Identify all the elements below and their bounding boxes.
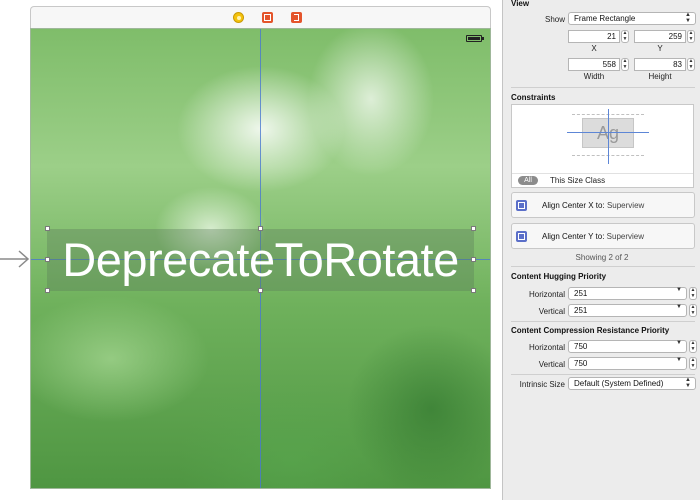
view-section-title: View <box>511 0 530 8</box>
popup-arrows-icon: ▲ ▼ <box>685 377 691 389</box>
show-popup[interactable]: Frame Rectangle ▲ ▼ <box>568 12 696 25</box>
compression-horizontal-combo[interactable]: 750 ▼ <box>568 340 687 353</box>
first-responder-icon[interactable] <box>233 12 244 23</box>
chevron-down-icon: ▼ <box>676 287 682 293</box>
constraint-text: Align Center X to: Superview <box>542 201 644 210</box>
intrinsic-size-value: Default (System Defined) <box>574 379 664 388</box>
hugging-horizontal-combo[interactable]: 251 ▼ <box>568 287 687 300</box>
height-field[interactable]: 83 <box>634 58 686 71</box>
constraint-target: Superview <box>606 201 645 210</box>
intrinsic-size-label: Intrinsic Size <box>519 380 565 389</box>
scene-dock <box>30 6 491 28</box>
compression-vertical-stepper[interactable]: ▲ ▼ <box>689 357 697 370</box>
preview-center-x-guide <box>608 109 609 164</box>
section-divider <box>511 266 695 267</box>
resize-handle-bottom-left[interactable] <box>45 288 50 293</box>
constraint-target: Superview <box>606 232 645 241</box>
chevron-down-icon: ▼ <box>676 357 682 363</box>
resize-handle-right[interactable] <box>471 257 476 262</box>
height-stepper[interactable]: ▲ ▼ <box>687 58 695 71</box>
exit-icon[interactable] <box>291 12 302 23</box>
compression-section-title: Content Compression Resistance Priority <box>511 326 670 335</box>
hugging-horizontal-label: Horizontal <box>528 290 565 299</box>
width-label: Width <box>583 72 605 81</box>
all-size-classes-toggle[interactable]: All <box>518 176 538 185</box>
constraint-name: Align Center X to: <box>542 201 605 210</box>
section-divider <box>511 321 695 322</box>
hugging-vertical-combo[interactable]: 251 ▼ <box>568 304 687 317</box>
initial-scene-arrow-icon <box>0 250 30 268</box>
resize-handle-top-right[interactable] <box>471 226 476 231</box>
view-controller-scene[interactable]: DeprecateToRotate <box>30 28 491 489</box>
width-field[interactable]: 558 <box>568 58 620 71</box>
size-inspector: View Show Frame Rectangle ▲ ▼ 21 ▲ ▼ 259 ▲… <box>502 0 700 500</box>
battery-icon <box>466 35 484 42</box>
compression-vertical-value: 750 <box>574 359 588 368</box>
x-label: X <box>591 44 597 53</box>
compression-horizontal-label: Horizontal <box>528 343 565 352</box>
height-label: Height <box>648 72 672 81</box>
hugging-horizontal-value: 251 <box>574 289 588 298</box>
constraints-showing-count: Showing 2 of 2 <box>575 253 629 262</box>
this-size-class-toggle[interactable]: This Size Class <box>550 176 605 185</box>
resize-handle-bottom-right[interactable] <box>471 288 476 293</box>
compression-horizontal-value: 750 <box>574 342 588 351</box>
constraint-row-center-x[interactable]: Align Center X to: Superview <box>511 192 695 218</box>
y-stepper[interactable]: ▲ ▼ <box>687 30 695 43</box>
intrinsic-size-popup[interactable]: Default (System Defined) ▲ ▼ <box>568 377 696 390</box>
hugging-horizontal-stepper[interactable]: ▲ ▼ <box>689 287 697 300</box>
hugging-section-title: Content Hugging Priority <box>511 272 607 281</box>
hugging-vertical-stepper[interactable]: ▲ ▼ <box>689 304 697 317</box>
width-stepper[interactable]: ▲ ▼ <box>621 58 629 71</box>
resize-handle-bottom[interactable] <box>258 288 263 293</box>
compression-horizontal-stepper[interactable]: ▲ ▼ <box>689 340 697 353</box>
hugging-vertical-label: Vertical <box>538 307 565 316</box>
y-label: Y <box>657 44 663 53</box>
section-divider <box>511 87 695 88</box>
storyboard-canvas: DeprecateToRotate <box>0 0 502 500</box>
compression-vertical-label: Vertical <box>538 360 565 369</box>
x-stepper[interactable]: ▲ ▼ <box>621 30 629 43</box>
show-label: Show <box>544 15 565 24</box>
section-divider <box>511 374 695 375</box>
popup-arrows-icon: ▲ ▼ <box>685 12 691 24</box>
constraint-name: Align Center Y to: <box>542 232 605 241</box>
compression-vertical-combo[interactable]: 750 ▼ <box>568 357 687 370</box>
y-field[interactable]: 259 <box>634 30 686 43</box>
resize-handle-top-left[interactable] <box>45 226 50 231</box>
view-controller-icon[interactable] <box>262 12 273 23</box>
constraints-preview: Ag All This Size Class <box>511 104 694 188</box>
resize-handle-top[interactable] <box>258 226 263 231</box>
chevron-down-icon: ▼ <box>676 340 682 346</box>
align-center-icon <box>516 231 527 242</box>
size-class-bar: All This Size Class <box>512 173 693 187</box>
chevron-down-icon: ▼ <box>676 304 682 310</box>
constraint-row-center-y[interactable]: Align Center Y to: Superview <box>511 223 695 249</box>
preview-center-y-guide <box>567 132 649 133</box>
show-popup-value: Frame Rectangle <box>574 14 636 23</box>
x-field[interactable]: 21 <box>568 30 620 43</box>
resize-handle-left[interactable] <box>45 257 50 262</box>
constraints-section-title: Constraints <box>511 93 556 102</box>
align-center-icon <box>516 200 527 211</box>
deprecate-to-rotate-label[interactable]: DeprecateToRotate <box>47 229 474 291</box>
hugging-vertical-value: 251 <box>574 306 588 315</box>
constraint-text: Align Center Y to: Superview <box>542 232 644 241</box>
